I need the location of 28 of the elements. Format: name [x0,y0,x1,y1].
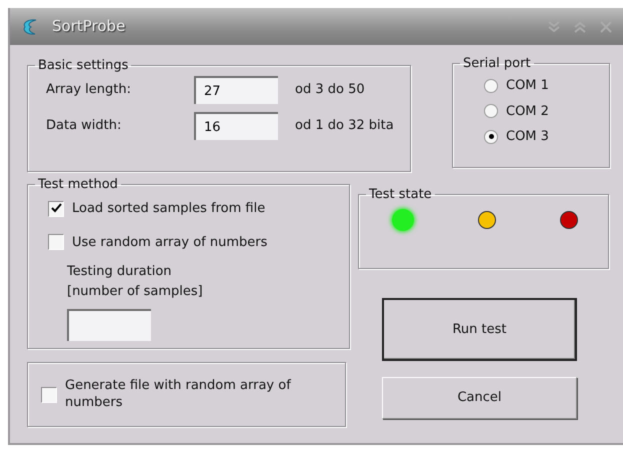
range-hint: od 1 do 32 bita [295,117,394,136]
checkbox-label: Generate file with random array of numbers [65,378,292,412]
text-field[interactable]: 27 [194,76,278,104]
window-title: SortProbe [52,16,126,38]
group-title: Test state [368,188,433,201]
duration-label: [number of samples] [67,282,204,300]
checkbox[interactable] [48,200,64,217]
group-title: Basic settings [37,59,130,72]
run-test-button[interactable]: Run test [382,298,577,361]
group-title: Serial port [462,57,532,70]
field-label: Array length: [46,81,132,100]
radio-button[interactable] [484,78,498,93]
duration-label: Testing duration [67,263,173,281]
text-field[interactable]: 16 [194,112,278,140]
range-hint: od 3 do 50 [295,81,365,100]
radio-option[interactable]: COM 1 [484,76,609,96]
checkbox-label: Load sorted samples from file [72,200,266,218]
radio-option[interactable]: COM 2 [484,102,609,121]
field-label: Data width: [46,117,122,136]
checkbox-label: Use random array of numbers [72,234,268,252]
cancel-button[interactable]: Cancel [382,377,577,419]
group-title: Test method [37,178,119,191]
radio-option[interactable]: COM 3 [484,127,609,146]
checkbox[interactable] [48,234,64,250]
checkbox[interactable] [41,386,57,402]
radio-button[interactable] [484,130,498,144]
duration-field[interactable] [67,309,151,341]
radio-button[interactable] [484,104,498,118]
